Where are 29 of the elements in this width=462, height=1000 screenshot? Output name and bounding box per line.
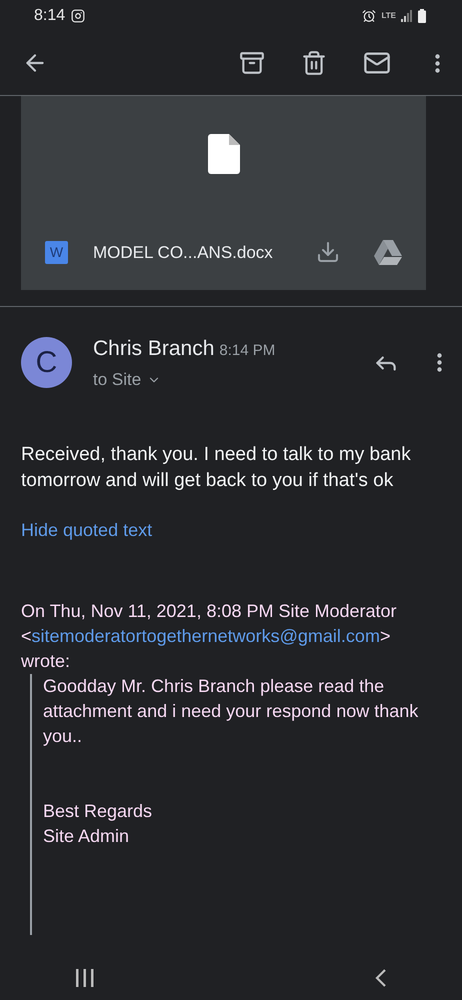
- message-time: 8:14 PM: [219, 341, 276, 362]
- more-icon: [437, 353, 442, 372]
- network-type: LTE: [381, 10, 396, 22]
- signal-icon: [401, 10, 413, 22]
- quoted-text: Site Admin: [43, 825, 130, 848]
- attachment-card[interactable]: W MODEL CO...ANS.docx: [21, 96, 426, 290]
- attachment-filename: MODEL CO...ANS.docx: [93, 242, 273, 264]
- hide-quoted-link[interactable]: Hide quoted text: [0, 517, 174, 544]
- quote-header: On Thu, Nov 11, 2021, 8:08 PM Site Moderator <sitemoderatortogethernetworks@gmail.com> wrote:: [20, 600, 398, 674]
- status-time: 8:14: [34, 6, 66, 26]
- email-link[interactable]: sitemoderatortogethernetworks@gmail.com: [32, 626, 380, 646]
- quoted-text: Best Regards: [43, 800, 154, 824]
- back-nav-icon[interactable]: [375, 968, 387, 988]
- document-icon: [208, 134, 240, 174]
- download-button[interactable]: [316, 240, 340, 264]
- battery-icon: [418, 8, 426, 23]
- recent-apps-icon[interactable]: [75, 968, 95, 987]
- drive-icon[interactable]: [374, 240, 402, 265]
- more-icon: [435, 54, 440, 73]
- delete-button[interactable]: [301, 50, 327, 76]
- archive-button[interactable]: [239, 50, 265, 76]
- recipient-toggle[interactable]: to Site: [93, 366, 276, 392]
- word-file-icon: W: [45, 240, 68, 264]
- camera-icon: [71, 8, 86, 23]
- alarm-icon: [362, 8, 376, 23]
- sender-avatar[interactable]: C: [21, 337, 72, 388]
- quoted-text: Goodday Mr. Chris Branch please read the attachment and i need your respond now thank you..: [43, 675, 420, 748]
- sender-name: Chris Branch: [93, 336, 214, 362]
- message-body: Received, thank you. I need to talk to my bank tomorrow and will get back to you if that's ok: [20, 443, 412, 494]
